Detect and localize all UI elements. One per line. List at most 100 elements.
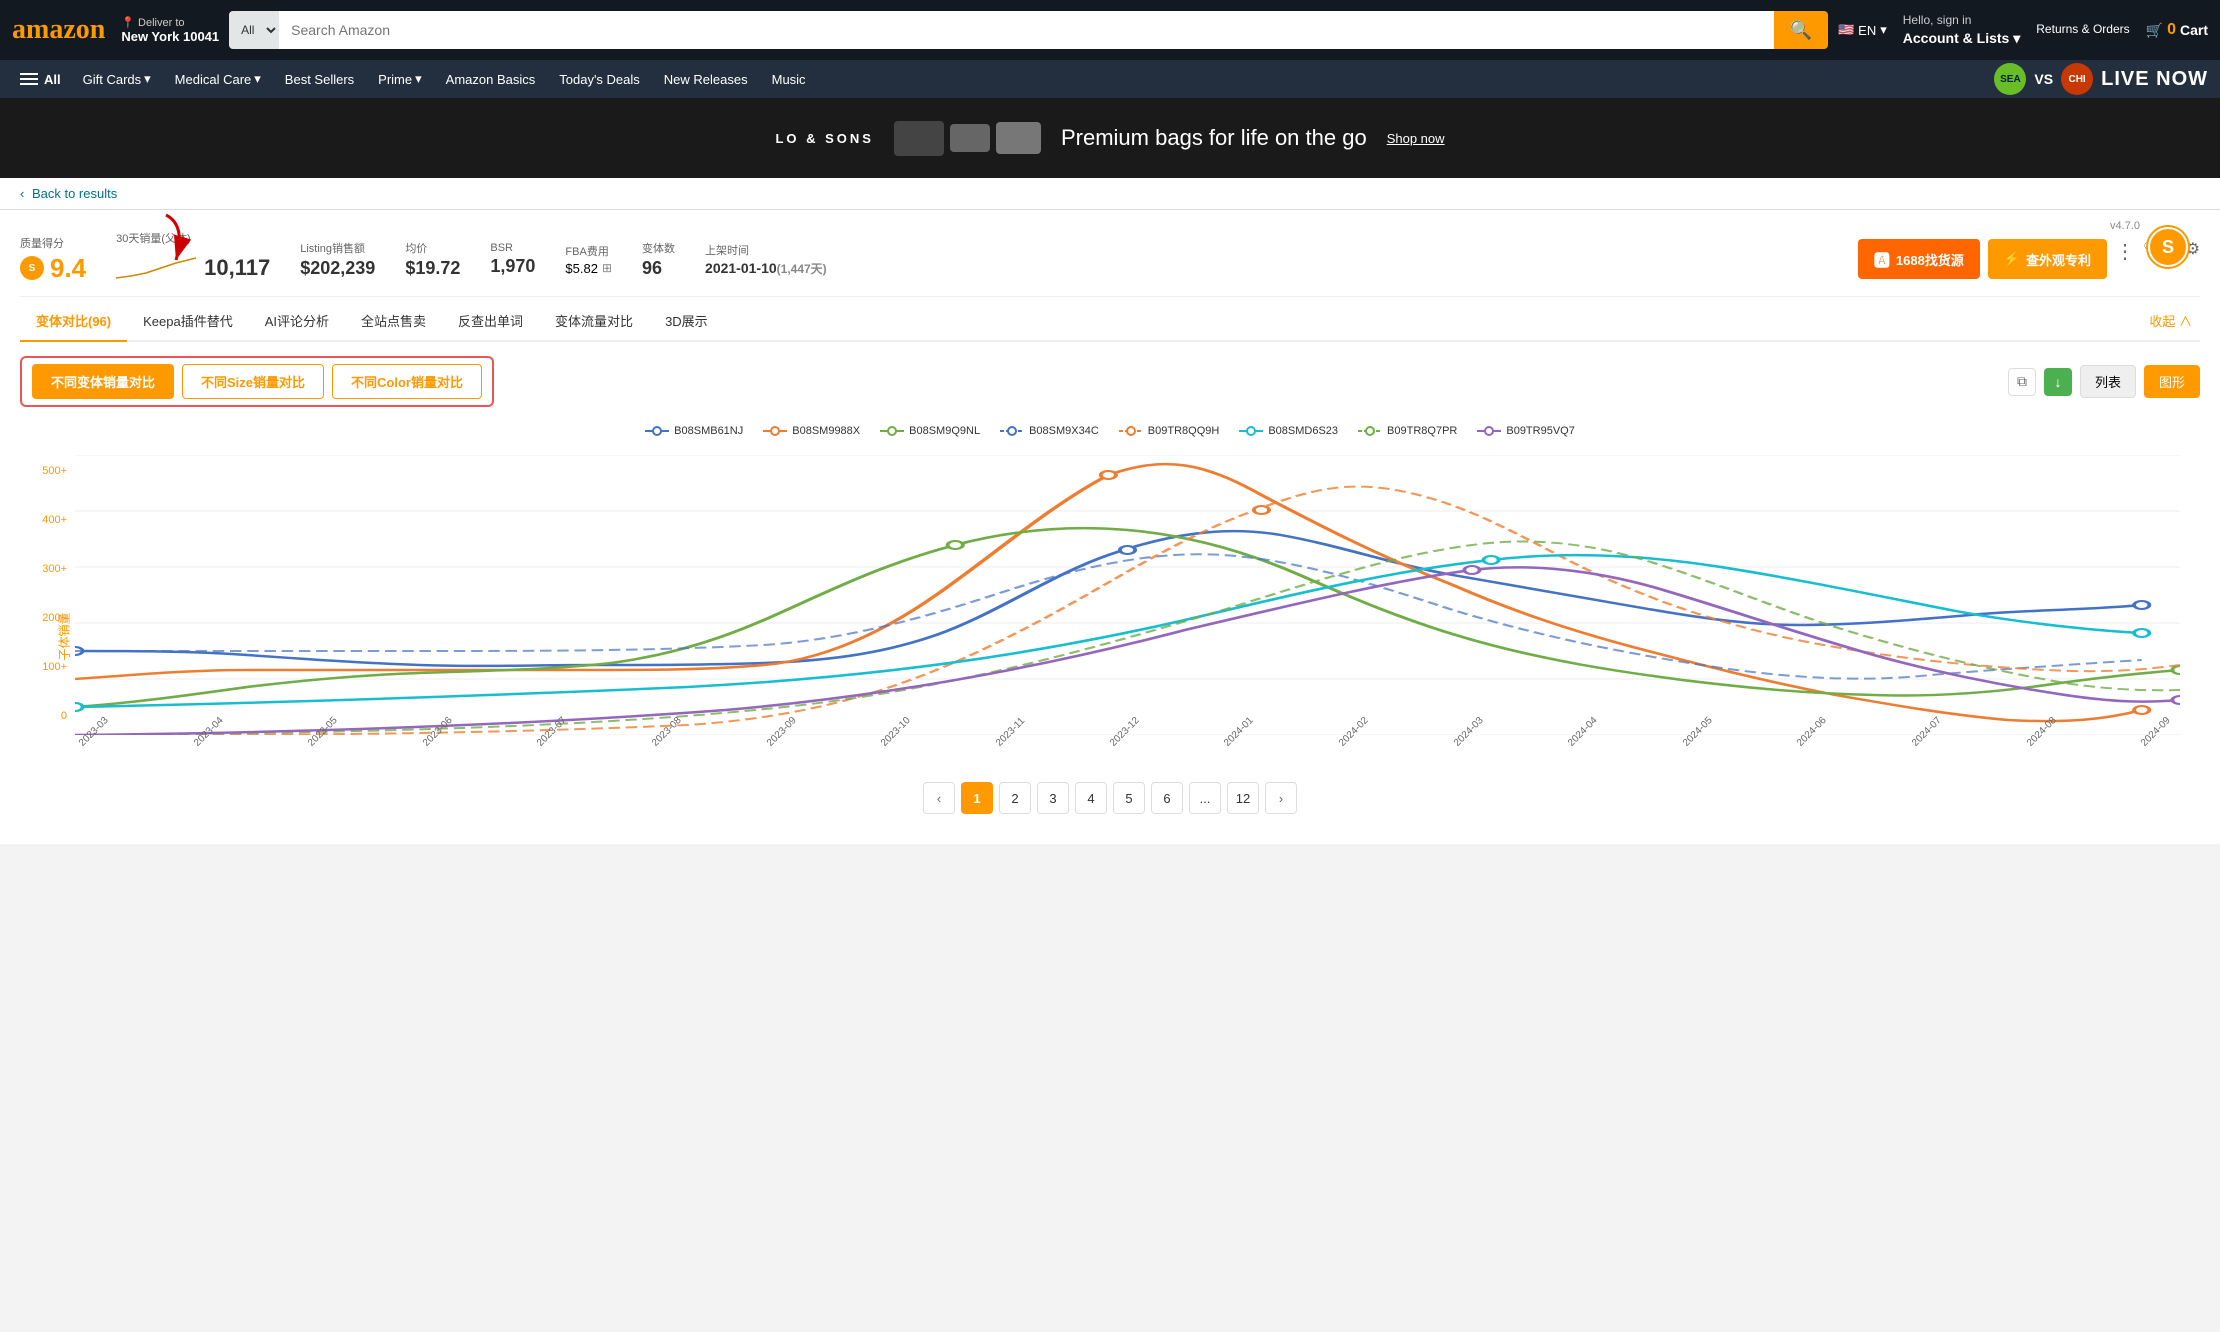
all-menu-button[interactable]: All xyxy=(12,66,69,93)
tab-variant-comparison[interactable]: 变体对比(96) xyxy=(20,301,127,342)
tab-all-sites[interactable]: 全站点售卖 xyxy=(345,301,442,340)
legend-line-B09TR95VQ7 xyxy=(1477,425,1501,437)
prev-page-button[interactable]: ‹ xyxy=(923,782,955,814)
version-badge: v4.7.0 xyxy=(2110,220,2140,232)
bsr-label: BSR xyxy=(490,242,535,254)
copy-icon[interactable]: ⧉ xyxy=(2008,368,2036,396)
banner-shop-now[interactable]: Shop now xyxy=(1387,131,1445,146)
legend-line-B08SM9Q9NL xyxy=(880,425,904,437)
account-greeting: Hello, sign in xyxy=(1903,13,2021,29)
language-selector[interactable]: 🇺🇸 EN ▾ xyxy=(1838,22,1887,38)
chart-area: 500+ 400+ 300+ 200+ 100+ 0 子体销量 xyxy=(20,445,2200,762)
quality-score-value: S 9.4 xyxy=(20,253,86,284)
bears-logo: CHI xyxy=(2061,63,2093,95)
nav-best-sellers[interactable]: Best Sellers xyxy=(275,66,364,93)
chart-legend: B08SMB61NJ B08SM9988X B08SM9Q9NL B08SM9X… xyxy=(20,417,2200,445)
quality-icon: S xyxy=(20,256,44,280)
page-4-button[interactable]: 4 xyxy=(1075,782,1107,814)
nav-music[interactable]: Music xyxy=(762,66,816,93)
stats-row: v4.7.0 质量得分 S 9.4 30天销量(父体) xyxy=(20,220,2200,297)
nav-medical-care[interactable]: Medical Care▾ xyxy=(165,65,271,93)
y-label-300: 300+ xyxy=(42,563,67,575)
nav-new-releases[interactable]: New Releases xyxy=(654,66,758,93)
legend-line-B09TR8Q7PR xyxy=(1358,425,1382,437)
search-input[interactable] xyxy=(279,11,1773,49)
filter-size-sales[interactable]: 不同Size销量对比 xyxy=(182,364,324,399)
more-options-icon[interactable]: ⋮ xyxy=(2115,239,2135,279)
page-3-button[interactable]: 3 xyxy=(1037,782,1069,814)
search-category-select[interactable]: All xyxy=(229,11,279,49)
nav-prime[interactable]: Prime▾ xyxy=(368,65,431,93)
delivery-location[interactable]: 📍 Deliver to New York 10041 xyxy=(121,16,219,44)
page-5-button[interactable]: 5 xyxy=(1113,782,1145,814)
tab-ai-review[interactable]: AI评论分析 xyxy=(249,301,345,340)
account-dropdown-icon: ▾ xyxy=(2013,30,2020,46)
back-to-results[interactable]: ‹ Back to results xyxy=(0,178,2220,210)
legend-line-B08SMD6S23 xyxy=(1239,425,1263,437)
download-icon[interactable]: ↓ xyxy=(2044,368,2072,396)
sales-mini-chart xyxy=(116,248,196,288)
sales-value: 10,117 xyxy=(204,255,270,281)
collapse-button[interactable]: 收起 ∧ xyxy=(2141,301,2200,340)
view-table-button[interactable]: 列表 xyxy=(2080,365,2136,398)
live-now-label[interactable]: LIVE NOW xyxy=(2101,68,2208,91)
banner-tagline: Premium bags for life on the go xyxy=(1061,125,1367,151)
lang-label: EN xyxy=(1858,23,1876,38)
shelf-label: 上架时间 xyxy=(705,242,827,258)
search-bar: All 🔍 xyxy=(229,11,1828,49)
legend-line-B08SM9X34C xyxy=(1000,425,1024,437)
filter-variant-sales[interactable]: 不同变体销量对比 xyxy=(32,364,174,399)
header-right: 🇺🇸 EN ▾ Hello, sign in Account & Lists ▾… xyxy=(1838,13,2208,47)
btn-patent-search[interactable]: ⚡ 查外观专利 xyxy=(1988,239,2107,279)
nav-amazon-basics[interactable]: Amazon Basics xyxy=(436,66,546,93)
seahawks-logo: SEA xyxy=(1994,63,2026,95)
listing-label: Listing销售额 xyxy=(300,240,375,256)
y-label-100: 100+ xyxy=(42,661,67,673)
fba-value-row: $5.82 ⊞ xyxy=(565,261,612,276)
amazon-logo[interactable]: amazon xyxy=(12,14,105,46)
tabs-row: 变体对比(96) Keepa插件替代 AI评论分析 全站点售卖 反查出单词 变体… xyxy=(20,301,2200,342)
page-1-button[interactable]: 1 xyxy=(961,782,993,814)
nav-gift-cards[interactable]: Gift Cards▾ xyxy=(73,65,161,93)
page-2-button[interactable]: 2 xyxy=(999,782,1031,814)
tab-3d[interactable]: 3D展示 xyxy=(649,301,724,340)
tab-keepa[interactable]: Keepa插件替代 xyxy=(127,301,249,340)
page-12-button[interactable]: 12 xyxy=(1227,782,1259,814)
legend-B08SMB61NJ: B08SMB61NJ xyxy=(645,425,743,437)
alibaba-icon: 🅰 xyxy=(1874,247,1890,271)
lang-dropdown-icon: ▾ xyxy=(1880,22,1887,38)
tab-traffic-comparison[interactable]: 变体流量对比 xyxy=(539,301,649,340)
cart[interactable]: 🛒 0 Cart xyxy=(2146,21,2208,39)
cart-icon: 🛒 xyxy=(2146,22,2163,39)
page-6-button[interactable]: 6 xyxy=(1151,782,1183,814)
navbar: All Gift Cards▾ Medical Care▾ Best Selle… xyxy=(0,60,2220,98)
chevron-icon: ▾ xyxy=(254,71,261,87)
s-badge-inner: S xyxy=(2150,229,2186,265)
flag-icon: 🇺🇸 xyxy=(1838,22,1854,38)
location-icon: 📍 xyxy=(121,16,135,29)
filter-color-sales[interactable]: 不同Color销量对比 xyxy=(332,364,482,399)
quality-label: 质量得分 xyxy=(20,235,86,251)
y-axis-label: 子体销量 xyxy=(56,612,73,660)
bsr-block: BSR 1,970 xyxy=(490,242,535,277)
price-label: 均价 xyxy=(405,240,460,256)
chevron-icon: ▾ xyxy=(144,71,151,87)
legend-B08SMD6S23: B08SMD6S23 xyxy=(1239,425,1338,437)
fba-grid-icon: ⊞ xyxy=(602,261,612,275)
cart-count: 0 xyxy=(2167,21,2176,39)
price-block: 均价 $19.72 xyxy=(405,240,460,279)
view-chart-button[interactable]: 图形 xyxy=(2144,365,2200,398)
promotional-banner: LO & SONS Premium bags for life on the g… xyxy=(0,98,2220,178)
legend-B08SM9988X: B08SM9988X xyxy=(763,425,860,437)
y-label-500: 500+ xyxy=(42,465,67,477)
btn-1688-source[interactable]: 🅰 1688找货源 xyxy=(1858,239,1980,279)
tab-reverse-keywords[interactable]: 反查出单词 xyxy=(442,301,539,340)
returns-orders[interactable]: Returns & Orders xyxy=(2036,22,2129,38)
nav-todays-deals[interactable]: Today's Deals xyxy=(549,66,650,93)
search-button[interactable]: 🔍 xyxy=(1774,11,1828,49)
next-page-button[interactable]: › xyxy=(1265,782,1297,814)
cart-label: Cart xyxy=(2180,22,2208,38)
banner-product-image xyxy=(894,121,1041,156)
main-content: v4.7.0 质量得分 S 9.4 30天销量(父体) xyxy=(0,210,2220,844)
account-menu[interactable]: Hello, sign in Account & Lists ▾ xyxy=(1903,13,2021,47)
